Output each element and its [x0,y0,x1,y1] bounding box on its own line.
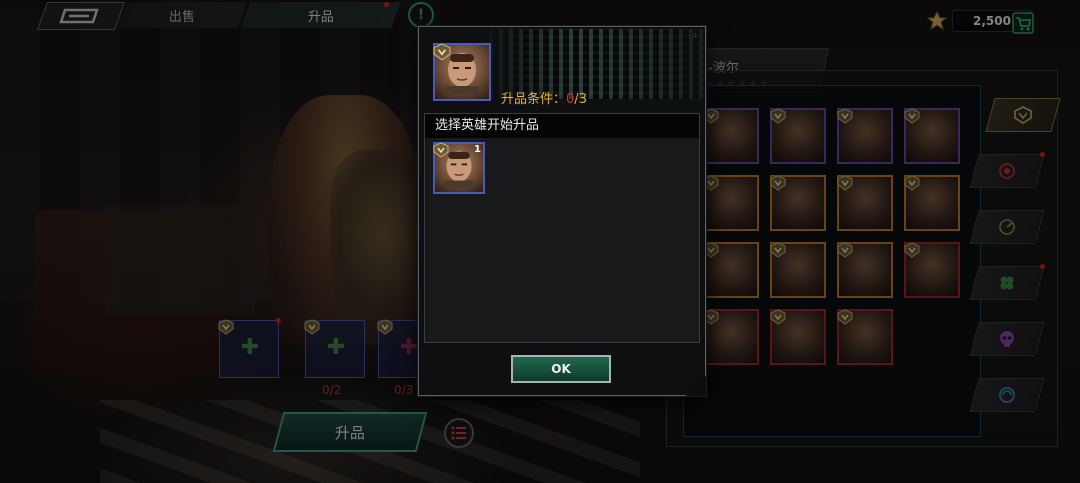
candidate-list: 选择英雄开始升品 1 [424,113,700,343]
upgrade-condition: 升品条件：0/3 [501,88,587,107]
ok-button[interactable]: OK [511,355,611,383]
target-hero-portrait [433,43,491,101]
candidate-hero-card[interactable]: 1 [433,142,485,194]
modal-corner-cut [686,376,706,396]
candidate-list-title: 选择英雄开始升品 [425,114,699,138]
corner-mark: ⁘ [692,31,699,40]
condition-label: 升品条件： [501,92,567,107]
condition-required: 3 [578,92,587,107]
upgrade-modal: ⁘ 升品条件：0/3 选择英雄开始升品 1 OK [418,26,706,396]
rank-badge-icon [433,43,451,61]
candidate-quantity: 1 [474,144,481,155]
rank-badge-icon [433,142,449,158]
